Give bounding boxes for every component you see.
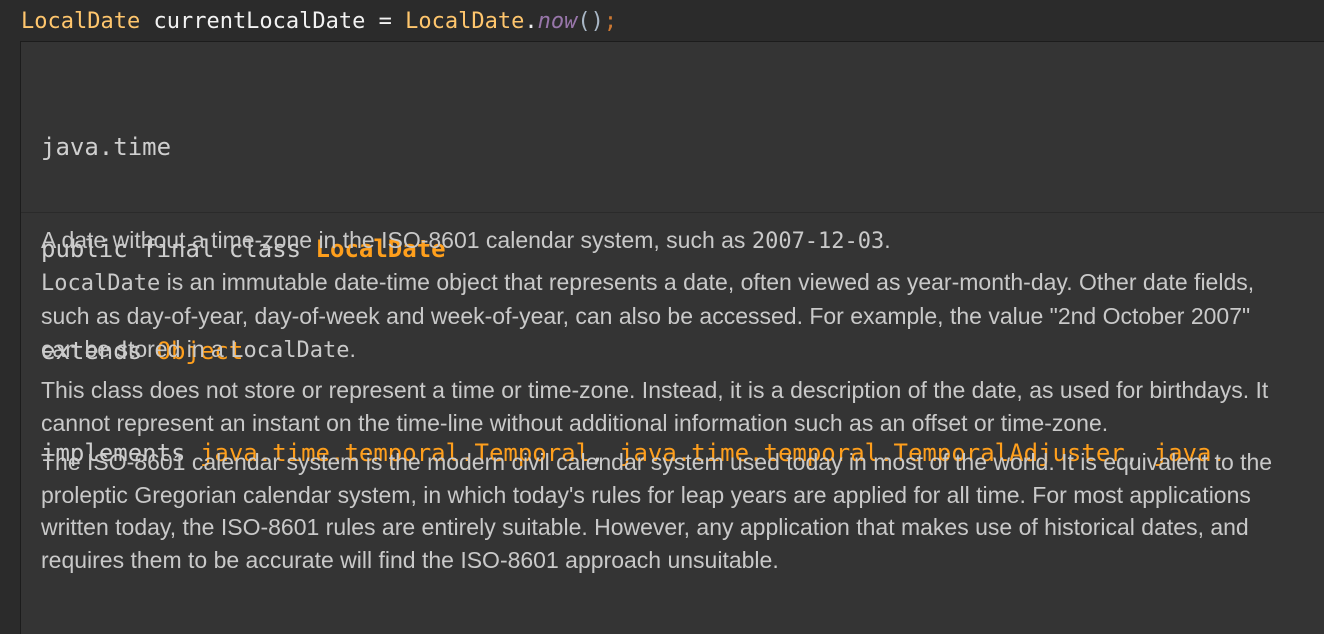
code-method-name[interactable]: now bbox=[538, 9, 578, 34]
documentation-body: A date without a time-zone in the ISO-86… bbox=[41, 224, 1281, 583]
code-call-target[interactable]: LocalDate bbox=[405, 9, 524, 34]
code-semicolon: ; bbox=[604, 9, 617, 34]
doc-code-reference: LocalDate bbox=[41, 271, 160, 296]
code-type-name[interactable]: LocalDate bbox=[21, 9, 140, 34]
doc-paragraph: A date without a time-zone in the ISO-86… bbox=[41, 224, 1281, 259]
code-parens: () bbox=[577, 9, 604, 34]
doc-text: A date without a time-zone in the ISO-86… bbox=[41, 227, 752, 253]
doc-code-example: 2007-12-03 bbox=[752, 229, 884, 254]
package-line: java.time bbox=[41, 130, 1324, 164]
doc-code-reference: LocalDate bbox=[230, 338, 349, 363]
doc-text: is an immutable date-time object that re… bbox=[41, 269, 1254, 362]
package-name: java.time bbox=[41, 133, 171, 161]
section-divider bbox=[21, 212, 1324, 213]
code-variable-name[interactable]: currentLocalDate bbox=[153, 9, 365, 34]
doc-text: . bbox=[884, 227, 890, 253]
doc-paragraph: LocalDate is an immutable date-time obje… bbox=[41, 266, 1281, 368]
doc-paragraph: This class does not store or represent a… bbox=[41, 374, 1281, 439]
doc-paragraph: The ISO-8601 calendar system is the mode… bbox=[41, 446, 1281, 576]
code-dot: . bbox=[524, 9, 537, 34]
doc-text: . bbox=[349, 336, 355, 362]
quick-documentation-popup[interactable]: java.time public final class LocalDate e… bbox=[20, 41, 1324, 634]
class-definition: java.time public final class LocalDate e… bbox=[21, 42, 1324, 212]
code-editor-line[interactable]: LocalDate currentLocalDate = LocalDate.n… bbox=[21, 6, 617, 38]
code-assignment-operator: = bbox=[379, 9, 392, 34]
